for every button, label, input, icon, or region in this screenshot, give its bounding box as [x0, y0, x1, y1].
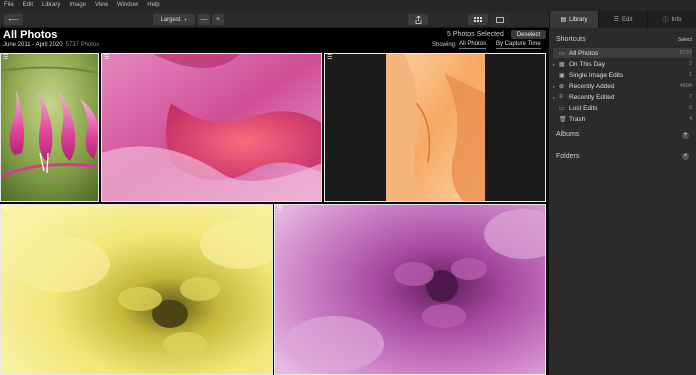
sidebar-item-single-image-edits[interactable]: ▣ Single Image Edits 1	[553, 70, 692, 80]
zoom-value: Largest	[160, 16, 181, 23]
shortcuts-heading: Shortcuts	[556, 36, 586, 43]
sidebar-item-label: On This Day	[569, 60, 606, 68]
share-icon	[415, 15, 421, 24]
selection-count: 5 Photos Selected	[447, 31, 504, 38]
photo-thumbnail[interactable]: ☰	[0, 53, 99, 202]
info-icon: ⓘ	[662, 18, 669, 24]
edit-icon: ☰	[613, 17, 620, 23]
tab-edit[interactable]: ☰ Edit	[598, 11, 647, 28]
edited-icon: ☰	[104, 55, 110, 61]
plus-icon: +	[683, 132, 688, 138]
sidebar-item-label: Trash	[569, 115, 586, 123]
albums-heading: Albums	[556, 131, 580, 138]
photo-thumbnail[interactable]: ☰	[101, 53, 322, 202]
sidebar-item-trash[interactable]: 🗑︎ Trash 4	[553, 114, 692, 124]
chevron-down-icon: ▼	[183, 17, 188, 22]
tab-library[interactable]: ▤ Library	[549, 11, 598, 28]
sidebar-item-on-this-day[interactable]: ▸ ▦ On This Day 2	[553, 59, 692, 69]
photo-image	[324, 53, 546, 202]
menu-library[interactable]: Library	[42, 0, 60, 11]
zoom-in-button[interactable]: +	[212, 14, 224, 25]
edited-icon: ☰	[3, 55, 9, 61]
grid-icon	[474, 16, 482, 22]
tab-info[interactable]: ⓘ Info	[647, 11, 696, 28]
photo-count: 5737 Photos	[65, 42, 100, 48]
folder-icon: ▭	[559, 105, 565, 112]
library-sidebar: Shortcuts Select ▭ All Photos 5737 ▸ ▦ On…	[549, 28, 696, 375]
single-view-button[interactable]	[490, 14, 510, 25]
sidebar-item-label: All Photos	[569, 49, 599, 57]
menu-edit[interactable]: Edit	[23, 0, 33, 11]
add-folder-button[interactable]: +	[682, 153, 689, 160]
sidebar-item-count: 4804	[679, 83, 692, 89]
sidebar-item-recently-added[interactable]: ▸ ⊕ Recently Added 4804	[553, 81, 692, 91]
zoom-out-label: —	[200, 16, 208, 23]
single-image-icon: ▣	[559, 72, 565, 79]
photo-thumbnail[interactable]: ☰	[0, 204, 273, 375]
sidebar-item-count: 7	[688, 94, 692, 100]
sidebar-item-count: 5737	[679, 50, 692, 56]
add-album-button[interactable]: +	[682, 132, 689, 139]
share-button[interactable]	[408, 14, 428, 25]
edited-icon: ☰	[327, 55, 333, 61]
sidebar-item-all-photos[interactable]: ▭ All Photos 5737	[553, 48, 692, 58]
menu-window[interactable]: Window	[117, 0, 138, 11]
plus-circle-icon: ⊕	[559, 83, 565, 90]
photo-image	[0, 204, 273, 375]
gallery-header: All Photos June 2011 - April 2020 5737 Ph…	[0, 28, 549, 52]
photo-image	[274, 204, 546, 375]
sidebar-item-recently-edited[interactable]: ▸ ≡ Recently Edited 7	[553, 92, 692, 102]
menu-help[interactable]: Help	[147, 0, 159, 11]
calendar-icon: ▦	[559, 61, 565, 68]
menu-bar: File Edit Library Image View Window Help	[0, 0, 696, 11]
edited-icon: ☰	[277, 206, 283, 212]
library-icon: ▤	[560, 17, 567, 23]
tab-info-label: Info	[671, 16, 682, 23]
sidebar-item-count: 4	[688, 116, 692, 122]
folders-heading: Folders	[556, 153, 580, 160]
page-title: All Photos	[3, 29, 58, 41]
grid-view-button[interactable]	[468, 14, 488, 25]
sidebar-item-count: 0	[688, 105, 692, 111]
showing-label: Showing:	[432, 42, 457, 48]
menu-image[interactable]: Image	[69, 0, 86, 11]
sidebar-item-label: Lost Edits	[569, 104, 598, 112]
select-link[interactable]: Select	[678, 37, 692, 43]
single-view-icon	[496, 16, 504, 23]
menu-file[interactable]: File	[4, 0, 14, 11]
sidebar-item-label: Recently Edited	[569, 93, 615, 101]
zoom-select[interactable]: Largest ▼	[153, 14, 195, 25]
deselect-button[interactable]: Deselect	[511, 30, 546, 39]
tab-library-label: Library	[569, 16, 588, 23]
menu-view[interactable]: View	[95, 0, 108, 11]
zoom-out-button[interactable]: —	[198, 14, 210, 25]
date-range: June 2011 - April 2020	[3, 42, 63, 48]
photo-grid: ☰ ☰ ☰ ☰ ☰	[0, 52, 549, 375]
plus-icon: +	[683, 153, 688, 159]
toolbar: ⟵ Largest ▼ — +	[0, 11, 549, 28]
tab-edit-label: Edit	[622, 16, 633, 23]
back-button[interactable]: ⟵	[4, 14, 23, 25]
photo-image	[0, 53, 99, 202]
edited-icon: ☰	[3, 206, 9, 212]
sort-dropdown[interactable]: By Capture Time	[496, 41, 541, 49]
sidebar-item-lost-edits[interactable]: ▭ Lost Edits 0	[553, 103, 692, 113]
photos-icon: ▭	[559, 50, 565, 57]
photo-thumbnail[interactable]: ☰	[274, 204, 546, 375]
photo-image	[101, 53, 322, 202]
sidebar-item-label: Recently Added	[569, 82, 615, 90]
trash-icon: 🗑︎	[559, 116, 567, 123]
sliders-icon: ≡	[559, 94, 563, 100]
sidebar-item-count: 1	[688, 72, 692, 78]
zoom-in-label: +	[215, 16, 221, 23]
sidebar-item-label: Single Image Edits	[569, 71, 624, 79]
photo-thumbnail[interactable]: ☰	[324, 53, 546, 202]
date-range-line: June 2011 - April 2020 5737 Photos	[3, 42, 99, 48]
arrow-left-icon: ⟵	[8, 16, 19, 24]
sidebar-item-count: 2	[688, 61, 692, 67]
module-tabs: ▤ Library ☰ Edit ⓘ Info	[549, 11, 696, 28]
filter-dropdown[interactable]: All Photos	[459, 41, 487, 49]
